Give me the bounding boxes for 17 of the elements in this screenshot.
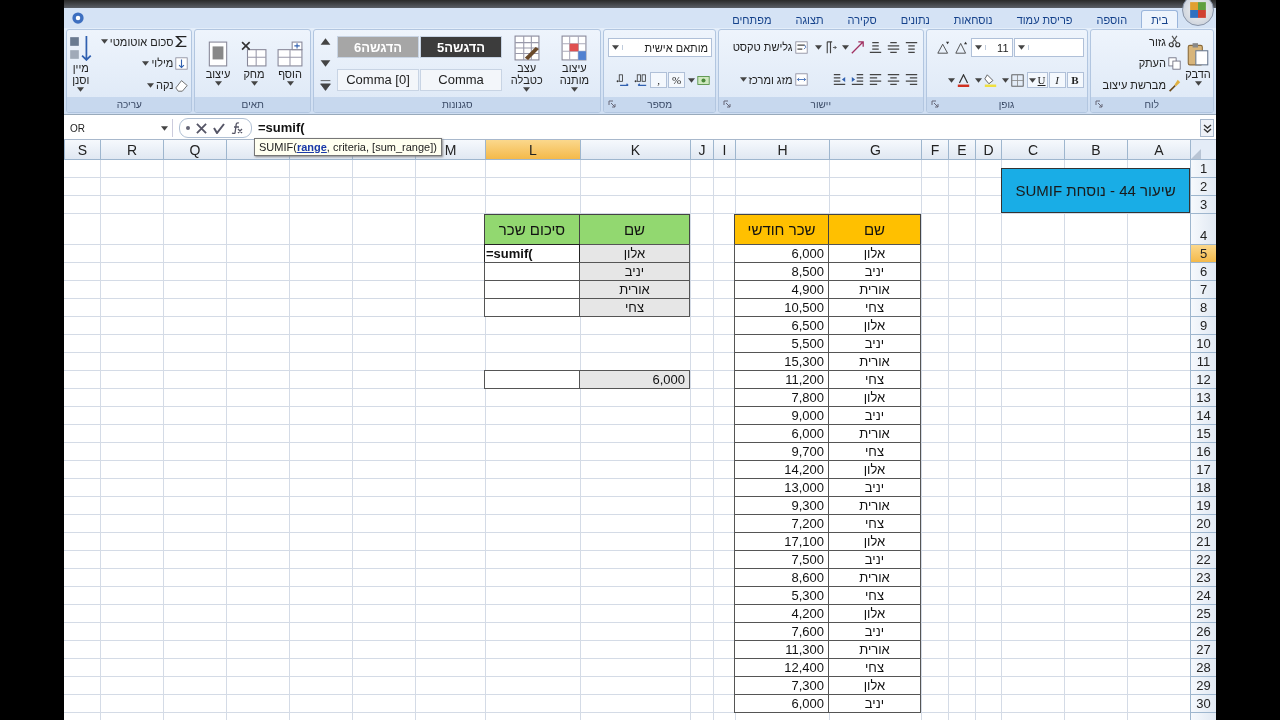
function-tooltip: SUMIF(range, criteria, [sum_range]): [254, 138, 442, 156]
group-title: סגנונות: [441, 99, 473, 110]
group-title: לוח: [1144, 99, 1159, 110]
title-banner: שיעור 44 - נוסחת SUMIF: [1001, 168, 1190, 213]
group-title: עריכה: [116, 99, 142, 110]
table-header: סיכום שכר: [484, 214, 580, 245]
table-header: שם: [828, 214, 921, 245]
group-title: תאים: [241, 99, 264, 110]
table-cell: צחי: [579, 298, 690, 317]
group-title: יישור: [810, 99, 831, 110]
table-cell: יניב: [828, 694, 921, 713]
group-title: מספר: [647, 99, 673, 110]
table-cell: 6,000: [579, 370, 690, 389]
table-header: שם: [579, 214, 690, 245]
table-header: שכר חודשי: [734, 214, 829, 245]
table-cell: 6,000: [734, 694, 829, 713]
group-title: גופן: [998, 99, 1015, 110]
